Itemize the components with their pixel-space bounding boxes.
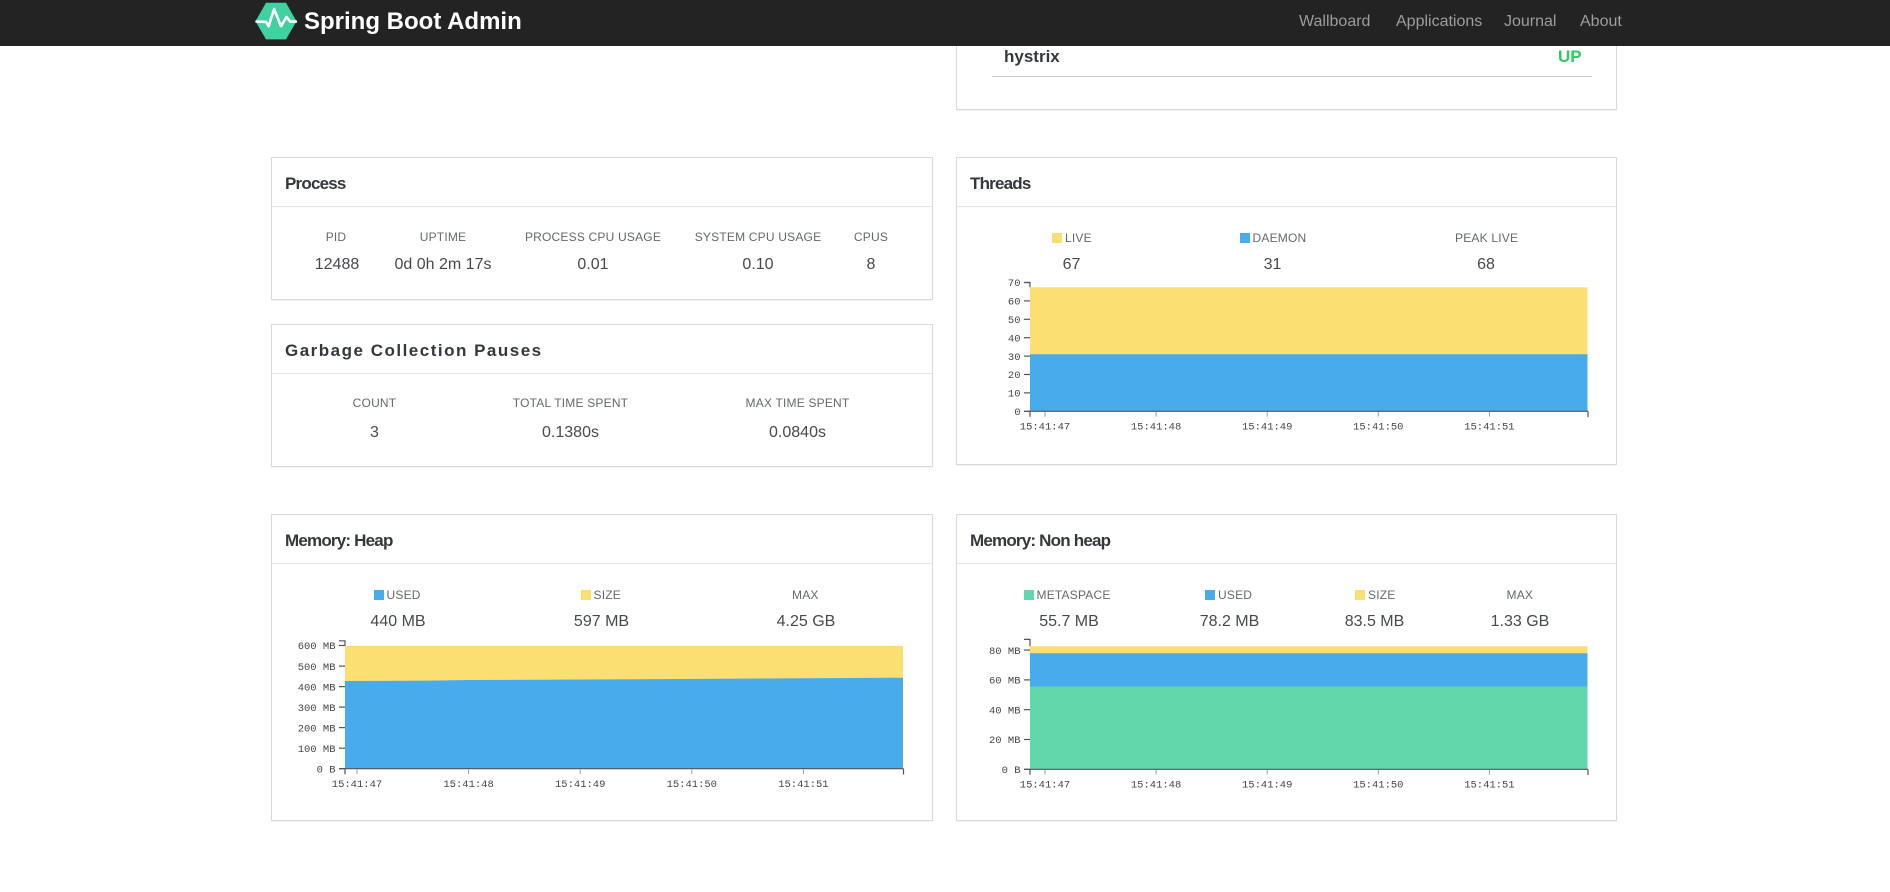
svg-text:200 MB: 200 MB: [298, 723, 336, 735]
svg-text:15:41:48: 15:41:48: [1131, 422, 1181, 434]
svg-text:70: 70: [1008, 278, 1021, 290]
svg-text:500 MB: 500 MB: [298, 662, 336, 674]
svg-text:15:41:47: 15:41:47: [1020, 422, 1070, 434]
svg-text:20 MB: 20 MB: [989, 735, 1021, 747]
svg-text:40 MB: 40 MB: [989, 705, 1021, 717]
svg-text:100 MB: 100 MB: [298, 744, 336, 756]
svg-text:20: 20: [1008, 370, 1021, 382]
svg-text:50: 50: [1008, 315, 1021, 327]
svg-text:15:41:51: 15:41:51: [778, 779, 828, 791]
svg-text:15:41:48: 15:41:48: [443, 779, 493, 791]
svg-text:60: 60: [1008, 297, 1021, 309]
svg-text:15:41:51: 15:41:51: [1464, 780, 1514, 792]
svg-text:15:41:49: 15:41:49: [555, 779, 605, 791]
svg-text:30: 30: [1008, 352, 1021, 364]
svg-text:80 MB: 80 MB: [989, 646, 1021, 658]
svg-text:600 MB: 600 MB: [298, 641, 336, 653]
svg-text:40: 40: [1008, 333, 1021, 345]
svg-text:15:41:47: 15:41:47: [332, 779, 382, 791]
svg-text:0 B: 0 B: [1002, 765, 1021, 777]
svg-text:15:41:50: 15:41:50: [1353, 422, 1403, 434]
svg-text:15:41:50: 15:41:50: [667, 779, 717, 791]
svg-text:15:41:49: 15:41:49: [1242, 780, 1292, 792]
svg-text:15:41:48: 15:41:48: [1131, 780, 1181, 792]
svg-text:15:41:51: 15:41:51: [1464, 422, 1514, 434]
svg-text:10: 10: [1008, 389, 1021, 401]
svg-text:15:41:47: 15:41:47: [1020, 780, 1070, 792]
svg-text:60 MB: 60 MB: [989, 676, 1021, 688]
svg-text:300 MB: 300 MB: [298, 703, 336, 715]
svg-text:15:41:49: 15:41:49: [1242, 422, 1292, 434]
svg-text:0: 0: [1014, 407, 1020, 419]
svg-text:400 MB: 400 MB: [298, 682, 336, 694]
svg-text:0 B: 0 B: [317, 764, 336, 776]
svg-text:15:41:50: 15:41:50: [1353, 780, 1403, 792]
